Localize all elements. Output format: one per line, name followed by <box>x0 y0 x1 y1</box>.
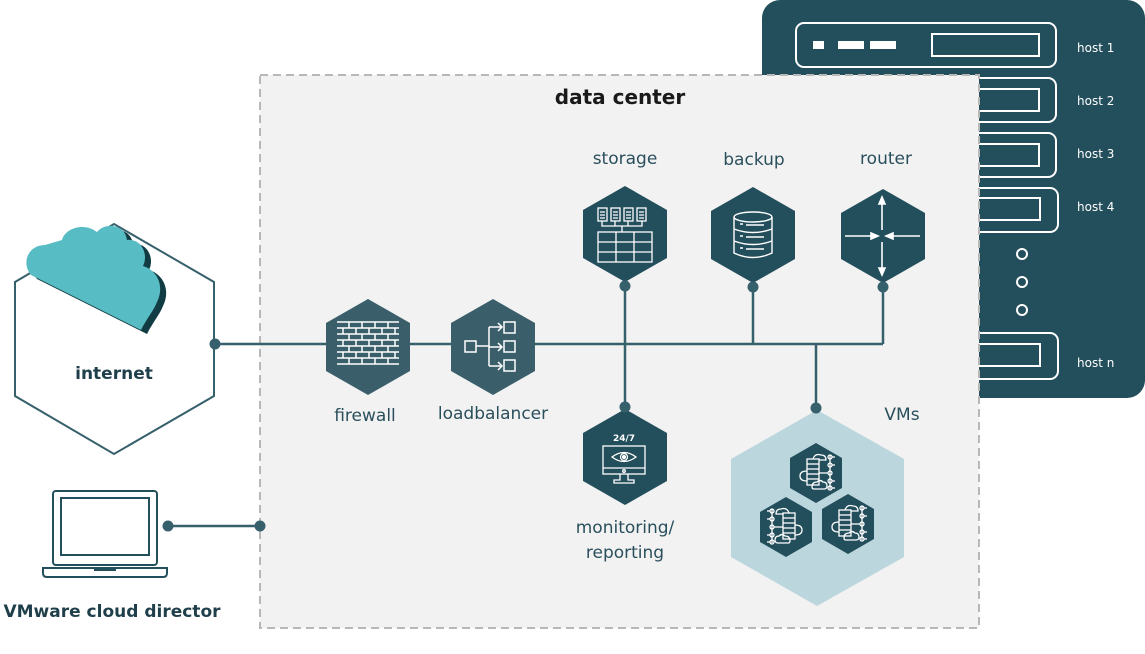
cloud-director-node[interactable]: VMware cloud director <box>3 490 266 622</box>
connector-dot <box>162 520 174 532</box>
router-label: router <box>860 149 912 169</box>
internet-label: internet <box>75 364 153 384</box>
loadbalancer-label: loadbalancer <box>438 404 548 424</box>
connector-dot <box>619 401 631 413</box>
connector-dot <box>747 281 759 293</box>
connector-dot <box>619 280 631 292</box>
connector-dot <box>810 402 822 414</box>
monitoring-label-line1: monitoring/ <box>576 518 675 538</box>
data-center-title: data center <box>555 85 686 109</box>
connector-dot <box>877 281 889 293</box>
firewall-label: firewall <box>334 406 396 426</box>
laptop-icon <box>42 490 168 578</box>
cloud-director-label: VMware cloud director <box>3 602 221 622</box>
internet-node[interactable]: internet <box>14 222 215 456</box>
server-led-icon <box>870 41 896 49</box>
host-label: host n <box>1077 356 1114 370</box>
server-led-icon <box>813 41 824 49</box>
host-label: host 3 <box>1077 147 1114 161</box>
connector-dot <box>209 338 221 350</box>
backup-label: backup <box>723 150 784 170</box>
host-label: host 4 <box>1077 200 1114 214</box>
vms-label: VMs <box>884 405 919 425</box>
connector-dot <box>254 520 266 532</box>
host-label: host 1 <box>1077 41 1114 55</box>
storage-label: storage <box>593 149 658 169</box>
server-led-icon <box>838 41 864 49</box>
architecture-diagram: host 1 host 2 host 3 host 4 host n data … <box>3 0 1145 629</box>
monitoring-label-line2: reporting <box>586 543 664 563</box>
monitoring-badge: 24/7 <box>613 434 635 444</box>
host-label: host 2 <box>1077 94 1114 108</box>
